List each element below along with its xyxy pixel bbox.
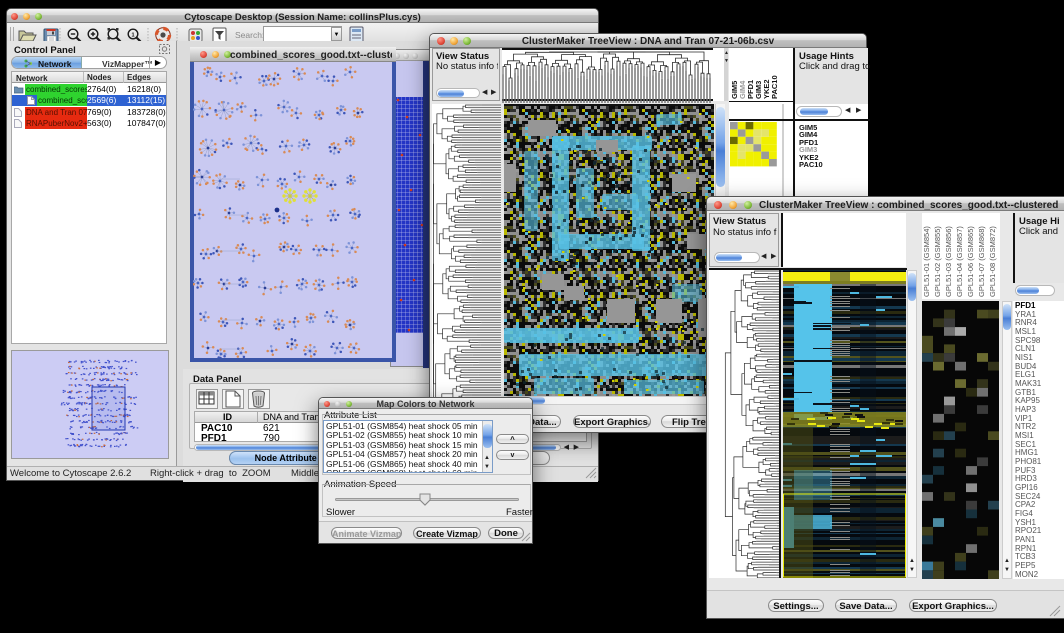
- svg-text:1: 1: [131, 33, 134, 39]
